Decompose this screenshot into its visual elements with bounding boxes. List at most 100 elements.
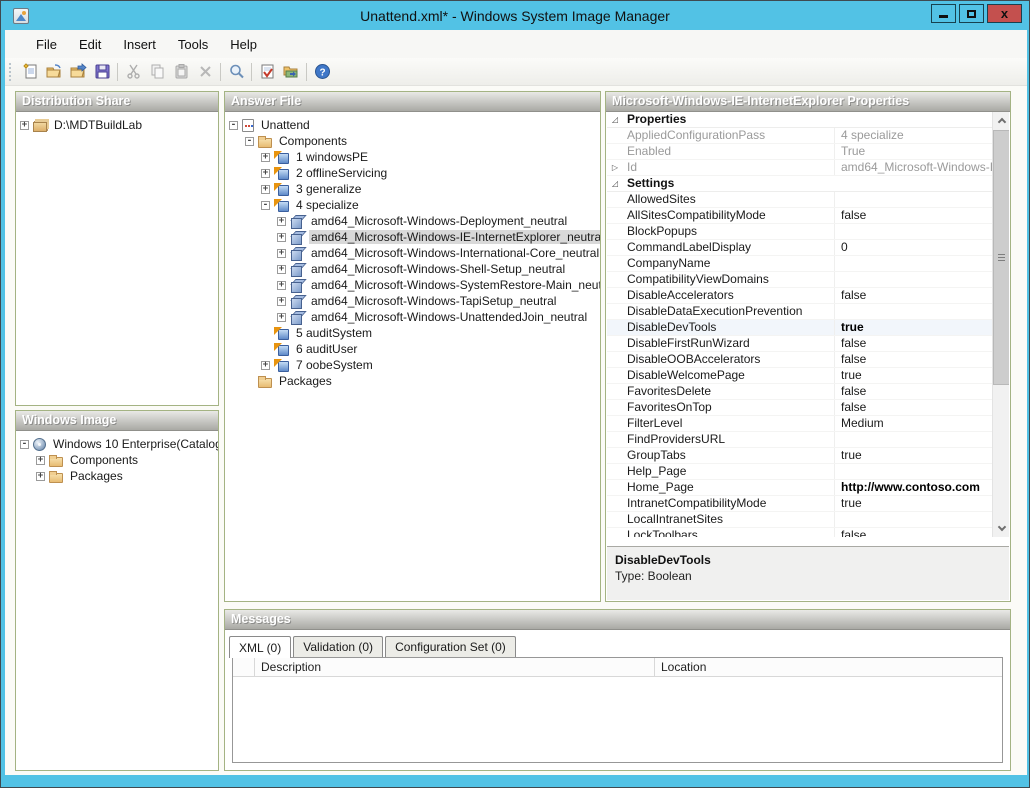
menu-help[interactable]: Help — [221, 33, 266, 56]
expand-icon[interactable]: + — [36, 456, 45, 465]
scrollbar-thumb[interactable] — [993, 130, 1009, 385]
property-value[interactable]: Medium — [835, 416, 992, 431]
collapse-icon[interactable]: - — [20, 440, 29, 449]
property-category[interactable]: ◿Settings — [607, 176, 992, 192]
property-value[interactable]: http://www.contoso.com — [835, 480, 992, 495]
validate-answer-file-button[interactable] — [255, 60, 279, 84]
expand-icon[interactable]: + — [261, 153, 270, 162]
expand-icon[interactable]: + — [277, 313, 286, 322]
property-row[interactable]: LockToolbarsfalse — [607, 528, 992, 537]
windows-image-item[interactable]: +Packages — [20, 468, 216, 484]
property-value[interactable]: 0 — [835, 240, 992, 255]
find-button[interactable] — [224, 60, 248, 84]
menu-tools[interactable]: Tools — [169, 33, 217, 56]
property-row[interactable]: ▷Idamd64_Microsoft-Windows-IE-InternetEx — [607, 160, 992, 176]
tab-configuration[interactable]: Configuration Set (0) — [385, 636, 516, 657]
menu-file[interactable]: File — [27, 33, 66, 56]
distribution-share-item[interactable]: +D:\MDTBuildLab — [20, 117, 216, 133]
collapse-icon[interactable]: - — [245, 137, 254, 146]
property-row[interactable]: CompatibilityViewDomains — [607, 272, 992, 288]
category-expanded-icon[interactable]: ◿ — [607, 176, 623, 192]
answer-file-item[interactable]: 5 auditSystem — [229, 325, 598, 341]
open-answer-file-button[interactable] — [42, 60, 66, 84]
property-row[interactable]: FilterLevelMedium — [607, 416, 992, 432]
property-row[interactable]: AppliedConfigurationPass4 specialize — [607, 128, 992, 144]
property-row[interactable]: CommandLabelDisplay0 — [607, 240, 992, 256]
property-row[interactable]: FindProvidersURL — [607, 432, 992, 448]
answer-file-item[interactable]: +7 oobeSystem — [229, 357, 598, 373]
menu-edit[interactable]: Edit — [70, 33, 110, 56]
new-answer-file-button[interactable] — [18, 60, 42, 84]
expand-icon[interactable]: + — [36, 472, 45, 481]
expand-icon[interactable]: + — [277, 297, 286, 306]
answer-file-item[interactable]: +3 generalize — [229, 181, 598, 197]
property-row[interactable]: DisableFirstRunWizardfalse — [607, 336, 992, 352]
answer-file-item[interactable]: +1 windowsPE — [229, 149, 598, 165]
property-value[interactable]: false — [835, 352, 992, 367]
scroll-down-button[interactable] — [993, 520, 1009, 537]
expand-icon[interactable]: + — [277, 281, 286, 290]
property-value[interactable]: false — [835, 384, 992, 399]
expand-icon[interactable]: + — [277, 233, 286, 242]
create-configuration-set-button[interactable] — [279, 60, 303, 84]
property-row[interactable]: IntranetCompatibilityModetrue — [607, 496, 992, 512]
tab-validation[interactable]: Validation (0) — [293, 636, 383, 657]
property-value[interactable]: false — [835, 528, 992, 537]
property-row[interactable]: DisableDataExecutionPrevention — [607, 304, 992, 320]
property-row[interactable]: Help_Page — [607, 464, 992, 480]
scroll-up-button[interactable] — [993, 112, 1009, 129]
property-row[interactable]: DisableDevToolstrue — [607, 320, 992, 336]
open-distribution-share-button[interactable] — [66, 60, 90, 84]
minimize-button[interactable] — [931, 4, 956, 23]
answer-file-item[interactable]: +amd64_Microsoft-Windows-Shell-Setup_neu… — [229, 261, 598, 277]
property-value[interactable]: 4 specialize — [835, 128, 992, 143]
expand-icon[interactable]: + — [20, 121, 29, 130]
property-value[interactable]: True — [835, 144, 992, 159]
answer-file-item[interactable]: +amd64_Microsoft-Windows-SystemRestore-M… — [229, 277, 598, 293]
property-row[interactable]: AllSitesCompatibilityModefalse — [607, 208, 992, 224]
expand-icon[interactable]: + — [261, 361, 270, 370]
answer-file-item[interactable]: +amd64_Microsoft-Windows-UnattendedJoin_… — [229, 309, 598, 325]
property-value[interactable]: true — [835, 320, 992, 335]
property-row[interactable]: BlockPopups — [607, 224, 992, 240]
collapse-icon[interactable]: - — [261, 201, 270, 210]
answer-file-item[interactable]: +amd64_Microsoft-Windows-IE-InternetExpl… — [229, 229, 598, 245]
property-value[interactable]: false — [835, 288, 992, 303]
answer-file-item[interactable]: +2 offlineServicing — [229, 165, 598, 181]
title-bar[interactable]: Unattend.xml* - Windows System Image Man… — [1, 1, 1029, 30]
property-value[interactable]: amd64_Microsoft-Windows-IE-InternetEx — [835, 160, 992, 175]
maximize-button[interactable] — [959, 4, 984, 23]
answer-file-item[interactable]: -Components — [229, 133, 598, 149]
answer-file-item[interactable]: -4 specialize — [229, 197, 598, 213]
answer-file-item[interactable]: -Unattend — [229, 117, 598, 133]
property-value[interactable]: true — [835, 496, 992, 511]
property-row[interactable]: DisableWelcomePagetrue — [607, 368, 992, 384]
property-row[interactable]: FavoritesOnTopfalse — [607, 400, 992, 416]
property-category[interactable]: ◿Properties — [607, 112, 992, 128]
expand-icon[interactable]: + — [261, 185, 270, 194]
answer-file-item[interactable]: +amd64_Microsoft-Windows-Deployment_neut… — [229, 213, 598, 229]
answer-file-item[interactable]: Packages — [229, 373, 598, 389]
close-button[interactable]: x — [987, 4, 1022, 23]
messages-column-location[interactable]: Location — [655, 658, 1002, 676]
property-value[interactable]: true — [835, 368, 992, 383]
tab-xml[interactable]: XML (0) — [229, 636, 291, 658]
expand-icon[interactable]: + — [277, 265, 286, 274]
property-row[interactable]: Home_Pagehttp://www.contoso.com — [607, 480, 992, 496]
property-row[interactable]: EnabledTrue — [607, 144, 992, 160]
property-row[interactable]: LocalIntranetSites — [607, 512, 992, 528]
property-grid-scrollbar[interactable] — [992, 112, 1009, 537]
property-row[interactable]: DisableAcceleratorsfalse — [607, 288, 992, 304]
property-row[interactable]: GroupTabstrue — [607, 448, 992, 464]
answer-file-item[interactable]: 6 auditUser — [229, 341, 598, 357]
expand-icon[interactable]: + — [277, 217, 286, 226]
category-expanded-icon[interactable]: ◿ — [607, 112, 623, 128]
property-value[interactable]: false — [835, 208, 992, 223]
property-value[interactable]: false — [835, 336, 992, 351]
answer-file-item[interactable]: +amd64_Microsoft-Windows-International-C… — [229, 245, 598, 261]
toolbar-grip[interactable] — [9, 63, 14, 81]
property-value[interactable]: true — [835, 448, 992, 463]
property-row[interactable]: AllowedSites — [607, 192, 992, 208]
property-row[interactable]: CompanyName — [607, 256, 992, 272]
help-button[interactable]: ? — [310, 60, 334, 84]
